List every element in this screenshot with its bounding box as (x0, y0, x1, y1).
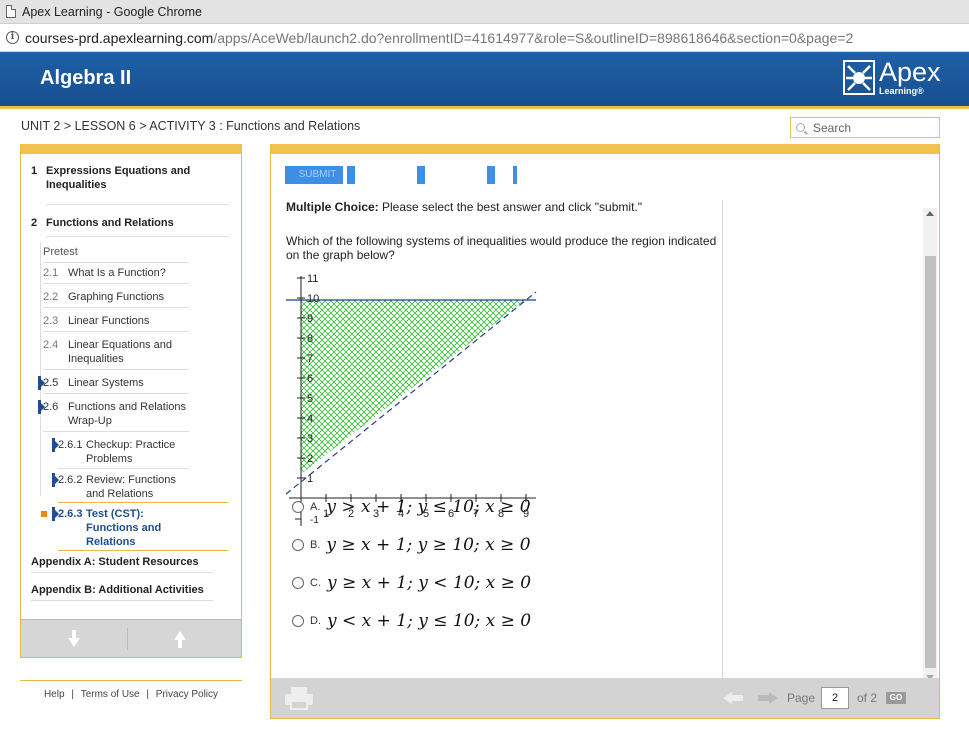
activity-marker-icon (52, 507, 59, 521)
scrollbar[interactable] (923, 208, 937, 684)
radio-b[interactable] (292, 539, 304, 551)
choice-b[interactable]: B. y ≥ x + 1; y ≥ 10; x ≥ 0 (292, 534, 531, 556)
choice-a[interactable]: A. y > x + 1; y ≤ 10; x ≥ 0 (292, 496, 531, 518)
y-tick-label: 2 (307, 453, 313, 465)
tool-button[interactable] (347, 166, 355, 184)
scroll-up-icon[interactable] (926, 211, 934, 216)
question-body: Multiple Choice: Please select the best … (286, 200, 723, 676)
help-link[interactable]: Help (44, 689, 65, 700)
question-panel: SUBMIT Multiple Choice: Please select th… (270, 144, 940, 719)
logo-sub: Learning® (879, 85, 924, 96)
question-divider (722, 200, 723, 678)
course-header: Algebra II Apex Learning® (0, 52, 969, 106)
scroll-thumb[interactable] (925, 256, 936, 668)
privacy-link[interactable]: Privacy Policy (156, 689, 218, 700)
search-input[interactable]: Search (790, 117, 940, 138)
outline-footer (21, 619, 241, 657)
header-gold-line (0, 106, 969, 109)
inequality-graph: 123456789 1234567891011 -1 (286, 274, 537, 526)
radio-d[interactable] (292, 615, 304, 627)
page-number-input[interactable] (821, 687, 849, 709)
screen: Apex Learning - Google Chrome i courses-… (0, 0, 969, 734)
activity-marker-icon (52, 438, 59, 452)
solution-region (301, 300, 525, 474)
tool-button[interactable] (417, 166, 425, 184)
search-icon (796, 123, 805, 132)
prev-page-icon[interactable] (723, 692, 743, 704)
address-bar[interactable]: i courses-prd.apexlearning.com/apps/AceW… (0, 24, 969, 52)
url-host: courses-prd.apexlearning.com (25, 29, 214, 46)
apex-logo[interactable]: Apex Learning® (843, 57, 941, 97)
choice-b-math: y ≥ x + 1; y ≥ 10; x ≥ 0 (326, 535, 531, 555)
y-tick-label: 4 (307, 413, 313, 425)
y-tick-label: 3 (307, 433, 313, 445)
breadcrumb: UNIT 2 > LESSON 6 > ACTIVITY 3 : Functio… (21, 119, 361, 133)
page-icon (6, 5, 16, 18)
choice-c-math: y ≥ x + 1; y < 10; x ≥ 0 (327, 573, 532, 593)
window-title: Apex Learning - Google Chrome (22, 4, 202, 19)
logo-name: Apex (879, 56, 941, 87)
go-button[interactable]: GO (886, 692, 906, 704)
print-icon[interactable] (284, 686, 314, 710)
choice-a-math: y > x + 1; y ≤ 10; x ≥ 0 (326, 497, 531, 517)
footer-links: Help | Terms of Use | Privacy Policy (20, 680, 242, 700)
search-placeholder: Search (813, 120, 852, 135)
instructions: Multiple Choice: Please select the best … (286, 200, 642, 214)
y-tick-label: 8 (307, 333, 313, 345)
y-tick-label: 1 (307, 473, 313, 485)
lesson-outline: 1 Expressions Equations and Inequalities … (20, 144, 242, 658)
tool-button[interactable] (513, 166, 517, 184)
expanded-marker-icon (38, 376, 45, 390)
tool-button[interactable] (487, 166, 495, 184)
y-tick-label: 5 (307, 393, 313, 405)
choice-d-math: y < x + 1; y ≤ 10; x ≥ 0 (327, 611, 532, 631)
url-path: /apps/AceWeb/launch2.do?enrollmentID=416… (213, 29, 854, 46)
y-tick-label: 7 (307, 353, 313, 365)
current-item-icon (41, 511, 47, 517)
terms-link[interactable]: Terms of Use (81, 689, 140, 700)
expanded-marker-icon (38, 400, 45, 414)
choice-d[interactable]: D. y < x + 1; y ≤ 10; x ≥ 0 (292, 610, 531, 632)
choice-c[interactable]: C. y ≥ x + 1; y < 10; x ≥ 0 (292, 572, 531, 594)
apex-logo-icon (843, 60, 875, 95)
y-tick-label: 9 (307, 313, 313, 325)
next-page-icon[interactable] (758, 692, 778, 704)
y-tick-label: 10 (307, 293, 319, 305)
window-titlebar: Apex Learning - Google Chrome (0, 0, 969, 24)
course-title: Algebra II (40, 67, 132, 89)
pager-bar: Page of 2 GO (271, 678, 939, 718)
radio-c[interactable] (292, 577, 304, 589)
arrow-up-icon[interactable] (174, 630, 186, 648)
y-tick-label: 6 (307, 373, 313, 385)
page-label: Page (787, 691, 816, 705)
page-total: of 2 (857, 691, 878, 705)
info-icon[interactable]: i (6, 31, 19, 44)
submit-button[interactable]: SUBMIT (285, 166, 343, 184)
radio-a[interactable] (292, 501, 304, 513)
question-prompt: Which of the following systems of inequa… (286, 234, 717, 262)
y-tick-label: 11 (307, 274, 318, 285)
activity-marker-icon (52, 473, 59, 487)
arrow-down-icon[interactable] (68, 630, 80, 648)
